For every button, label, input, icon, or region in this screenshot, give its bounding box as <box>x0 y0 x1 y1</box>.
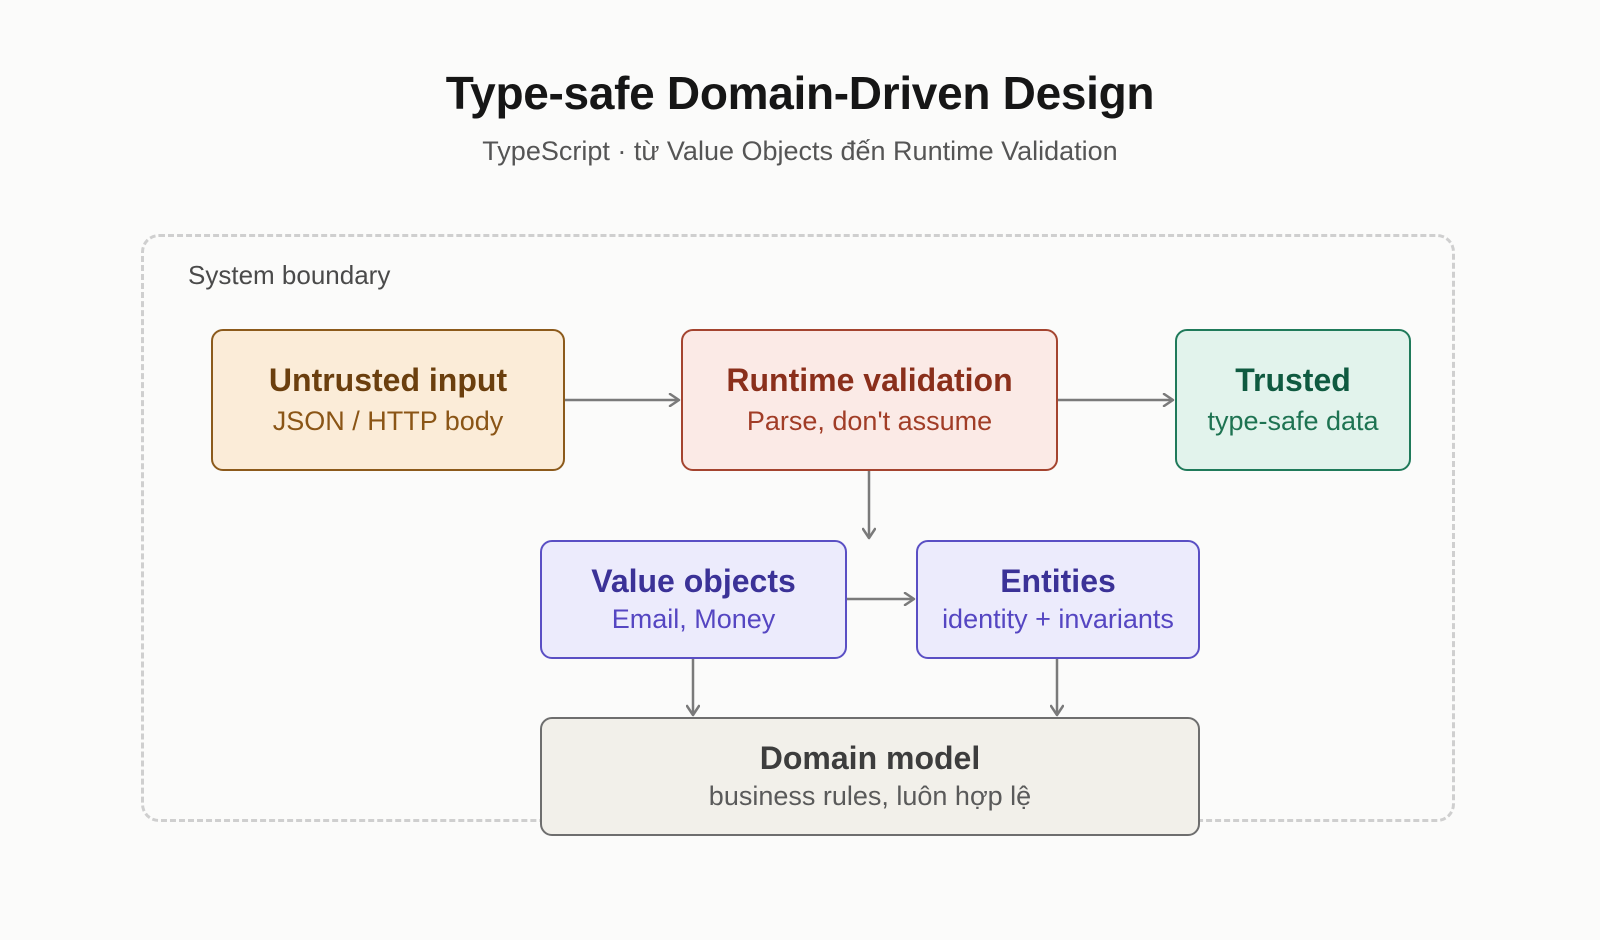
node-entities-title: Entities <box>1000 563 1116 600</box>
node-runtime-validation-title: Runtime validation <box>726 361 1013 398</box>
node-trusted-title: Trusted <box>1235 361 1351 398</box>
node-value-objects-title: Value objects <box>591 563 796 600</box>
node-domain-model-subtitle: business rules, luôn hợp lệ <box>708 780 1032 811</box>
node-domain-model-title: Domain model <box>759 740 981 777</box>
node-entities-subtitle: identity + invariants <box>942 603 1174 634</box>
node-value-objects: Value objects Email, Money <box>540 540 847 659</box>
node-runtime-validation: Runtime validation Parse, don't assume <box>681 329 1058 471</box>
node-untrusted-input-title: Untrusted input <box>268 361 508 398</box>
node-trusted-subtitle: type-safe data <box>1207 406 1379 437</box>
diagram-canvas: Type-safe Domain-Driven Design TypeScrip… <box>0 0 1600 940</box>
node-trusted: Trusted type-safe data <box>1175 329 1411 471</box>
node-entities: Entities identity + invariants <box>916 540 1200 659</box>
node-runtime-validation-subtitle: Parse, don't assume <box>746 406 993 437</box>
node-value-objects-subtitle: Email, Money <box>611 603 776 634</box>
node-domain-model: Domain model business rules, luôn hợp lệ <box>540 717 1200 836</box>
node-untrusted-input: Untrusted input JSON / HTTP body <box>211 329 565 471</box>
node-untrusted-input-subtitle: JSON / HTTP body <box>272 406 504 437</box>
